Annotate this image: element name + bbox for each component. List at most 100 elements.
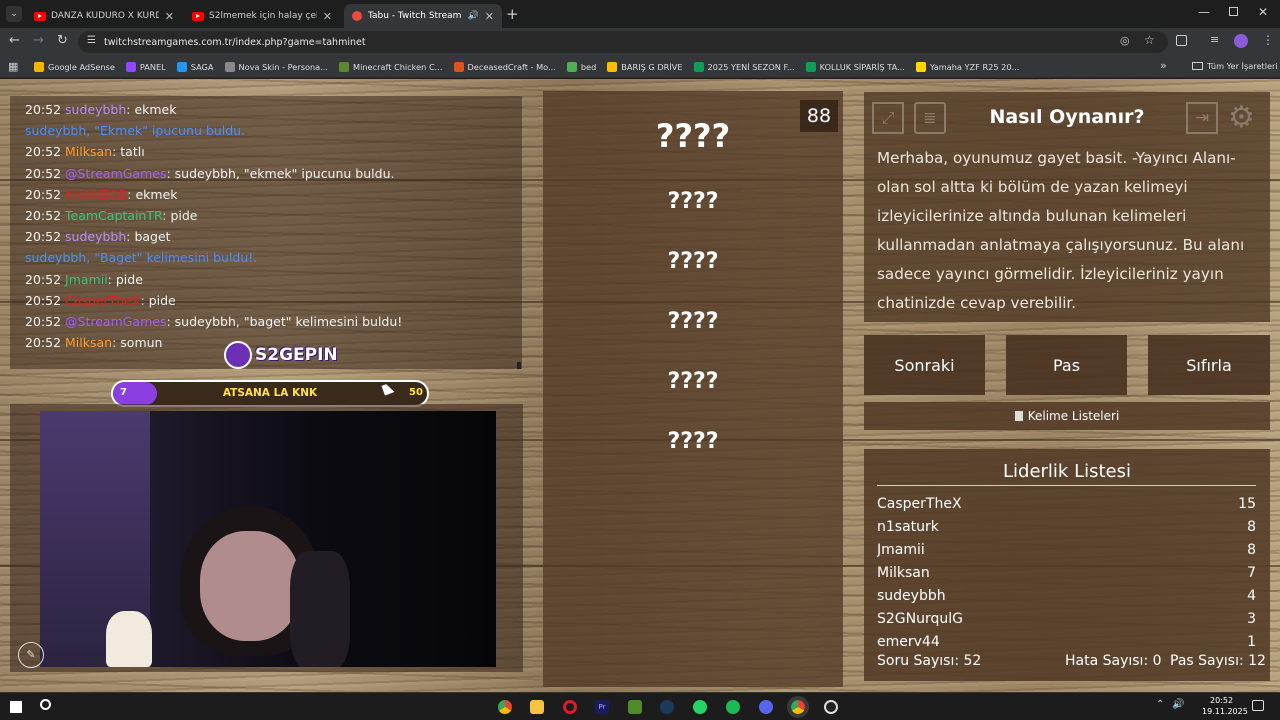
chat-username[interactable]: CasperTheX xyxy=(65,293,140,308)
tab-2[interactable]: S2lmemek için halay çeken eşşe ✕ xyxy=(184,4,340,28)
eye-off-icon[interactable]: ◎ xyxy=(1120,34,1130,47)
close-tab-icon[interactable]: ✕ xyxy=(485,10,494,23)
next-button[interactable]: Sonraki xyxy=(864,335,985,395)
chrome-icon[interactable] xyxy=(498,700,512,714)
logout-icon[interactable]: ⇥ xyxy=(1186,102,1218,134)
premiere-icon[interactable]: Pr xyxy=(595,700,609,714)
restore-button[interactable] xyxy=(1229,7,1238,16)
bookmark-item[interactable]: PANEL xyxy=(125,61,166,72)
bookmark-item[interactable]: BARIŞ G DRİVE xyxy=(607,61,683,72)
bookmark-item[interactable]: 2025 YENİ SEZON F... xyxy=(693,61,795,72)
menu-icon[interactable]: ⋮ xyxy=(1262,33,1274,47)
close-tab-icon[interactable]: ✕ xyxy=(323,10,332,23)
question-count: Soru Sayısı: 52 xyxy=(877,653,982,669)
leaderboard-title: Liderlik Listesi xyxy=(1003,461,1131,482)
notifications-icon[interactable] xyxy=(1252,700,1264,711)
player-name: emery44 xyxy=(877,634,940,646)
chat-message: 20:52 Jmamii: pide xyxy=(25,269,522,290)
taboo-word-3: ???? xyxy=(667,309,719,334)
player-name: Jmamii xyxy=(877,542,925,558)
more-bookmarks-icon[interactable]: » xyxy=(1160,59,1167,72)
tabu-icon xyxy=(352,11,362,21)
tab-list-button[interactable]: ⌄ xyxy=(6,6,22,22)
opera-icon[interactable] xyxy=(563,700,577,714)
file-explorer-icon[interactable] xyxy=(530,700,544,714)
chat-username[interactable]: Jmamii xyxy=(65,272,108,287)
reset-button[interactable]: Sıfırla xyxy=(1148,335,1270,395)
tray-chevron-icon[interactable]: ⌃ xyxy=(1156,699,1164,710)
tray-date[interactable]: 19.11.2025 xyxy=(1202,707,1248,716)
site-info-icon[interactable]: ☰ xyxy=(87,35,96,46)
chat-username[interactable]: @StreamGames xyxy=(65,314,166,329)
bookmark-item[interactable]: bed xyxy=(566,61,596,72)
steam-icon[interactable] xyxy=(660,700,674,714)
tab-3-active[interactable]: Tabu - Twitch Stream Game 🔊 ✕ xyxy=(344,4,502,28)
chrome-active-icon[interactable] xyxy=(787,696,809,718)
chat-username[interactable]: @StreamGames xyxy=(65,166,166,181)
bookmark-item[interactable]: Yamaha YZF R25 20... xyxy=(915,61,1019,72)
volume-icon[interactable]: 🔊 xyxy=(1172,699,1184,710)
apps-icon[interactable]: ▦ xyxy=(8,60,18,73)
obs-icon[interactable] xyxy=(824,700,838,714)
bookmark-item[interactable]: SAGA xyxy=(176,61,214,72)
game-page: 20:52 sudeybbh: ekmek sudeybbh, "Ekmek" i… xyxy=(0,79,1280,692)
tab-1[interactable]: DANZA KUDURO X KURDISH / ✕ xyxy=(26,4,182,28)
all-bookmarks[interactable]: Tüm Yer İşaretleri xyxy=(1192,61,1278,71)
spotify-icon[interactable] xyxy=(726,700,740,714)
extensions-icon[interactable] xyxy=(1176,35,1187,46)
chat-scrollbar[interactable] xyxy=(517,362,521,369)
bookmark-favicon-icon xyxy=(224,61,235,72)
close-tab-icon[interactable]: ✕ xyxy=(165,10,174,23)
notes-icon[interactable]: ≣ xyxy=(914,102,946,134)
taskbar: Pr ⌃ 🔊 20:52 19.11.2025 xyxy=(0,692,1280,720)
chat-username[interactable]: sudeybbh xyxy=(65,229,126,244)
windows-start-icon[interactable] xyxy=(10,701,22,713)
close-window-button[interactable]: ✕ xyxy=(1258,5,1268,19)
word-lists-button[interactable]: Kelime Listeleri xyxy=(864,402,1270,430)
chat-text: pide xyxy=(115,271,143,287)
chat-username[interactable]: sudeybbh, "Baget" xyxy=(25,250,142,265)
forward-icon[interactable]: → xyxy=(33,33,44,48)
search-icon[interactable] xyxy=(40,699,51,710)
chat-username[interactable]: Milksan xyxy=(65,144,112,159)
tray-time[interactable]: 20:52 xyxy=(1210,696,1233,705)
chat-time: 20:52 xyxy=(25,335,62,351)
player-score: 1 xyxy=(1247,634,1256,646)
bookmark-favicon-icon xyxy=(176,61,187,72)
reload-icon[interactable]: ↻ xyxy=(57,33,68,48)
settings-icon[interactable]: ⚙ xyxy=(1228,100,1255,135)
chat-separator: : xyxy=(107,271,116,287)
leaderboard-row: Milksan 7 xyxy=(877,562,1256,585)
url-text: twitchstreamgames.com.tr/index.php?game=… xyxy=(104,36,366,48)
address-bar[interactable]: ☰ twitchstreamgames.com.tr/index.php?gam… xyxy=(78,31,1168,53)
chat-username[interactable]: sudeybbh xyxy=(65,102,126,117)
chat-username[interactable]: Milksan xyxy=(65,335,112,350)
discord-icon[interactable] xyxy=(759,700,773,714)
leaderboard-row: Jmamii 8 xyxy=(877,539,1256,562)
bookmark-star-icon[interactable]: ☆ xyxy=(1144,33,1155,47)
back-icon[interactable]: ← xyxy=(9,33,20,48)
bookmark-label: SAGA xyxy=(190,61,214,72)
bookmark-favicon-icon xyxy=(453,61,464,72)
chat-username[interactable]: sudeybbh, " xyxy=(25,123,100,138)
bookmark-item[interactable]: Google AdSense xyxy=(34,61,115,72)
bookmark-item[interactable]: Nova Skin - Persona... xyxy=(224,61,328,72)
chat-message: 20:52 Milksan: tatlı xyxy=(25,141,522,162)
player-name: CasperTheX xyxy=(877,496,962,512)
chat-username[interactable]: KHANBOB xyxy=(65,187,127,202)
media-icon[interactable]: ≡ xyxy=(1210,33,1219,46)
new-tab-button[interactable]: + xyxy=(506,5,519,23)
bookmark-item[interactable]: Minecraft Chicken C... xyxy=(339,61,443,72)
chat-username[interactable]: TeamCaptainTR xyxy=(65,208,162,223)
whatsapp-icon[interactable] xyxy=(693,700,707,714)
pass-button[interactable]: Pas xyxy=(1006,335,1127,395)
profile-avatar[interactable] xyxy=(1234,34,1248,48)
bookmark-item[interactable]: DeceasedCraft - Mo... xyxy=(453,61,556,72)
minimize-button[interactable]: — xyxy=(1198,5,1210,19)
bookmark-item[interactable]: KOLLUK SİPARİŞ TA... xyxy=(805,61,905,72)
goal-target: 50 xyxy=(409,387,423,398)
audio-icon[interactable]: 🔊 xyxy=(468,11,479,21)
fullscreen-icon[interactable]: ⤢ xyxy=(872,102,904,134)
edit-icon[interactable]: ✎ xyxy=(18,642,44,668)
minecraft-icon[interactable] xyxy=(628,700,642,714)
